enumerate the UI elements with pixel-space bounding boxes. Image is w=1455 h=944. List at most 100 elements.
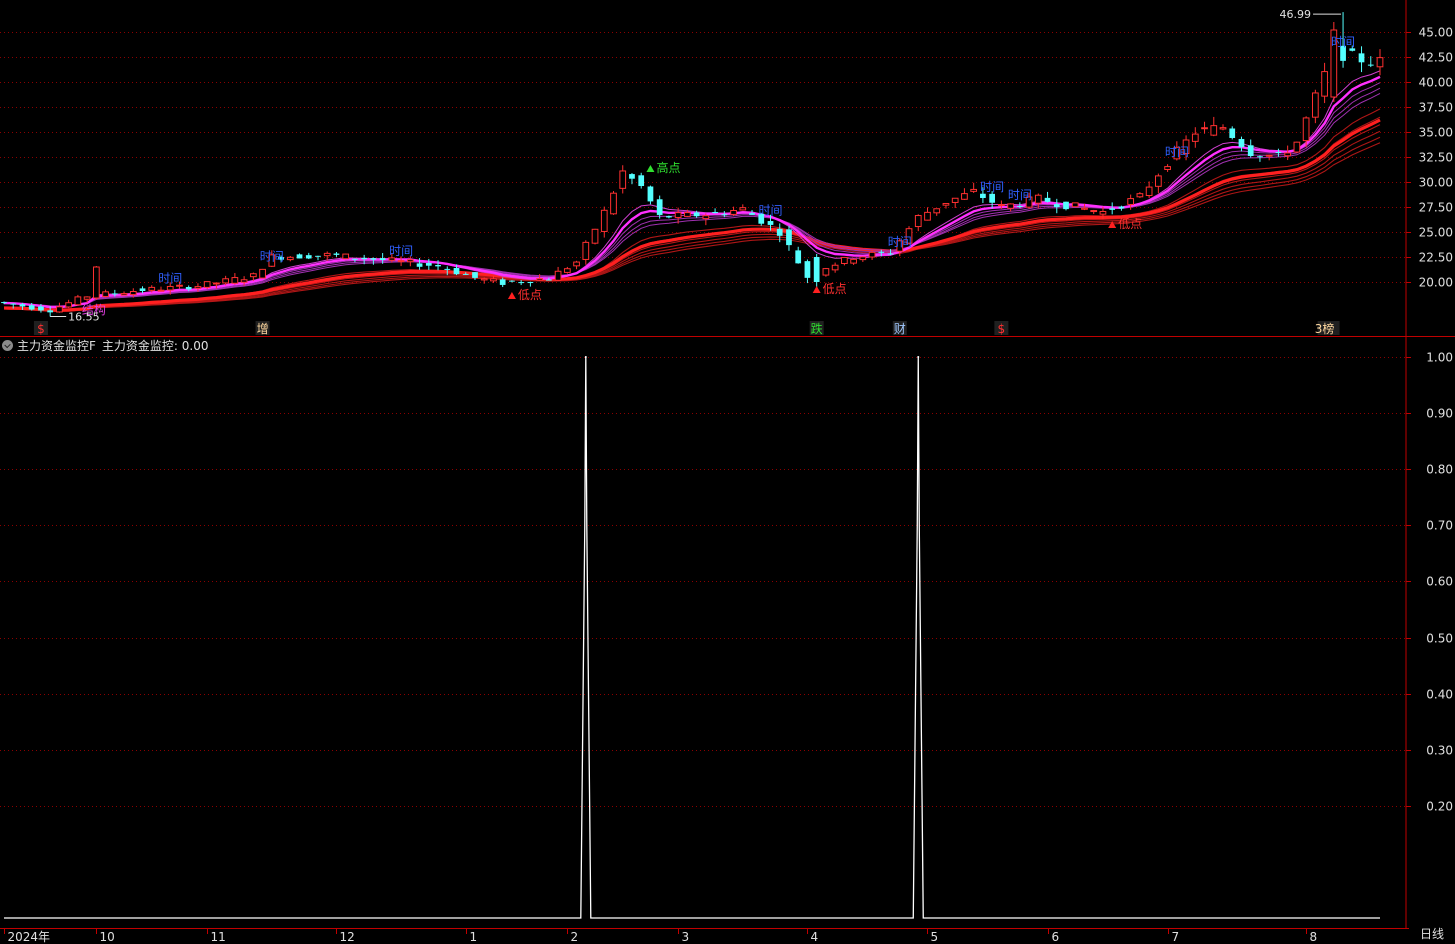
indicator-axis-labels: 1.00 0.90 0.80 0.70 0.60 0.50 0.40 0.30 0.20	[1406, 351, 1453, 814]
indicator-tick-label: 0.20	[1426, 800, 1453, 814]
high-signal-marker	[646, 165, 655, 172]
low-signal-marker	[507, 292, 516, 299]
candle-body	[980, 193, 986, 198]
price-tick-label: 22.50	[1419, 251, 1453, 265]
indicator-settings-icon[interactable]	[2, 339, 13, 351]
candle-body	[1118, 206, 1125, 209]
price-tick-label: 40.00	[1419, 76, 1453, 90]
candle-body	[554, 270, 562, 281]
candle-body	[868, 251, 876, 258]
candle-body	[573, 261, 580, 267]
time-tick-label: 3	[682, 930, 690, 944]
indicator-series-line	[4, 356, 1380, 919]
candle-body	[166, 285, 174, 291]
candle-body	[296, 254, 303, 259]
candle-body	[563, 268, 571, 273]
candle-body	[1099, 210, 1107, 215]
time-tick-label: 5	[931, 930, 939, 944]
candle-body	[231, 277, 239, 284]
candle-body	[74, 296, 82, 306]
candle-body	[1201, 127, 1208, 130]
signal-label: 低点	[518, 288, 542, 302]
candle-body	[1257, 156, 1263, 158]
candle-body	[666, 216, 672, 218]
max-price-label: 46.99	[1280, 8, 1312, 21]
candle-body	[499, 279, 506, 285]
candle-body	[887, 253, 894, 255]
candle-body	[1376, 57, 1384, 68]
indicator-spike-point	[917, 356, 920, 358]
candle-body	[194, 286, 202, 289]
price-tick-label: 42.50	[1419, 51, 1453, 65]
candle-body	[120, 293, 128, 296]
indicator-value: 主力资金监控: 0.00	[101, 338, 209, 353]
price-tick-label: 35.00	[1419, 126, 1453, 140]
candle-body	[1154, 175, 1162, 187]
candle-body	[1210, 125, 1218, 136]
candle-body	[379, 258, 386, 261]
time-tick-label: 4	[811, 930, 819, 944]
candle-body	[850, 258, 857, 264]
signal-label: 低点	[1118, 217, 1142, 231]
candle-body	[56, 306, 63, 313]
stock-chart[interactable]: 时间时间 时间时间时间时间时间时间时间高点低点 低点低点结构46.9916.55$ 增…	[0, 0, 1455, 944]
price-grid	[0, 32, 1406, 283]
time-label: 时间	[389, 244, 413, 258]
candle-body	[185, 287, 192, 290]
candle-body	[490, 278, 497, 282]
candle-body	[970, 188, 978, 192]
candle-body	[795, 250, 802, 264]
fast-ribbon-line	[3, 82, 1381, 308]
indicator-name[interactable]: 主力资金监控F	[17, 337, 96, 354]
time-tick-label: 2	[571, 930, 579, 944]
candle-body	[536, 278, 543, 281]
candle-body	[582, 241, 590, 260]
candle-body	[1136, 193, 1144, 198]
candle-body	[693, 212, 700, 217]
candle-body	[629, 174, 635, 179]
candle-body	[1293, 141, 1301, 153]
candle-body	[1109, 208, 1116, 210]
candle-body	[453, 267, 460, 275]
indicator-tick-label: 0.50	[1426, 632, 1453, 646]
candle-body	[712, 211, 718, 214]
price-tick-label: 25.00	[1419, 226, 1453, 240]
candle-body	[148, 286, 156, 291]
candle-body	[933, 208, 941, 214]
candle-body	[1007, 203, 1014, 209]
event-marker: 财	[894, 322, 906, 336]
candle-body	[406, 259, 414, 263]
candle-body	[129, 291, 137, 296]
candle-body	[998, 204, 1005, 207]
candle-body	[286, 256, 294, 261]
candle-body	[786, 229, 792, 246]
candle-body	[545, 279, 552, 281]
candle-body	[841, 256, 848, 264]
candle-body	[1367, 64, 1374, 66]
candle-body	[240, 279, 248, 283]
candle-body	[1284, 152, 1292, 157]
period-selector[interactable]: 日线	[1409, 924, 1455, 944]
indicator-tick-label: 0.90	[1426, 407, 1453, 421]
candle-body	[1044, 197, 1051, 202]
time-label: 时间	[1008, 188, 1032, 202]
axes	[0, 0, 1455, 929]
candle-body	[767, 221, 774, 225]
candle-body	[305, 255, 312, 259]
candle-body	[1063, 201, 1069, 210]
time-label: 时间	[260, 250, 284, 264]
candle-body	[47, 310, 54, 313]
time-label: 时间	[1331, 35, 1355, 49]
candle-body	[831, 264, 839, 271]
candle-body	[518, 282, 525, 284]
indicator-tick-label: 0.80	[1426, 463, 1453, 477]
indicator-spike-point	[584, 356, 587, 358]
candle-body	[1321, 71, 1328, 97]
candle-body	[822, 268, 830, 276]
candle-body	[1311, 92, 1319, 118]
indicator-grid	[0, 357, 1406, 807]
candle-body	[1081, 207, 1088, 210]
candle-body	[435, 264, 441, 267]
event-marker: 3榜	[1315, 321, 1335, 336]
candle-body	[1229, 128, 1236, 138]
